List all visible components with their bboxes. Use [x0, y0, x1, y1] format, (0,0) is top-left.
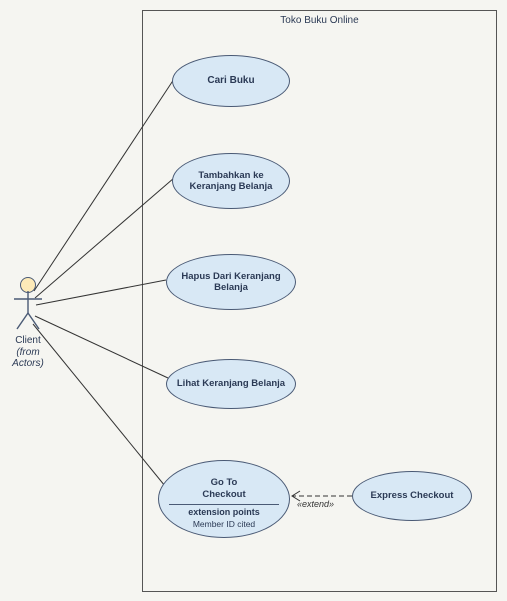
usecase-tambah-keranjang: Tambahkan ke Keranjang Belanja	[172, 153, 290, 209]
extension-points-block: extension points Member ID cited	[169, 504, 280, 529]
extension-points-header: extension points	[169, 507, 280, 518]
actor-body-icon	[14, 291, 42, 331]
usecase-goto-checkout: Go To Checkout extension points Member I…	[158, 460, 290, 538]
usecase-lihat-keranjang: Lihat Keranjang Belanja	[166, 359, 296, 409]
diagram-stage: Toko Buku Online «extend» Client (from A…	[0, 0, 507, 601]
system-title: Toko Buku Online	[143, 15, 496, 26]
actor-label: Client (from Actors)	[6, 335, 50, 370]
usecase-label: Tambahkan ke Keranjang Belanja	[190, 170, 273, 193]
usecase-hapus-keranjang: Hapus Dari Keranjang Belanja	[166, 254, 296, 310]
actor-from: (from Actors)	[6, 347, 50, 370]
actor-name: Client	[6, 335, 50, 347]
usecase-label: Hapus Dari Keranjang Belanja	[181, 271, 280, 294]
usecase-label: Express Checkout	[371, 490, 454, 501]
usecase-label: Lihat Keranjang Belanja	[177, 378, 285, 389]
usecase-label: Cari Buku	[207, 75, 254, 87]
extend-stereotype: «extend»	[297, 499, 334, 509]
extension-point-item: Member ID cited	[169, 519, 280, 529]
usecase-cari-buku: Cari Buku	[172, 55, 290, 107]
usecase-label: Go To Checkout	[202, 477, 245, 500]
usecase-express-checkout: Express Checkout	[352, 471, 472, 521]
